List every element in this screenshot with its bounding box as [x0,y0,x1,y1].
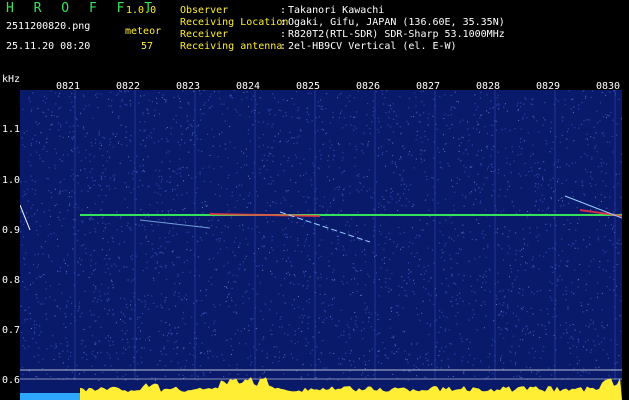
y-axis-unit: kHz [2,74,21,85]
meteor-trace [279,211,371,243]
event-count: 57 [141,41,154,52]
info-label-observer: Observer [180,5,229,16]
spectrogram-plot [20,90,622,400]
spectrogram-canvas [20,90,622,400]
info-sep: : [280,29,287,40]
info-sep: : [280,17,287,28]
event-type: meteor [125,26,162,37]
y-tick: 0.6 [2,375,21,386]
info-sep: : [280,41,287,52]
y-tick: 1.0 [2,175,21,186]
y-tick: 1.1 [2,124,21,135]
signal-level-bar [80,377,622,400]
y-tick: 0.8 [2,275,21,286]
meteor-trace [139,219,211,229]
noise-speckle [20,90,622,381]
file-name: 2511200820.png [6,21,91,32]
header-panel: H R O F F T 1.0.0 2511200820.png meteor … [0,0,629,78]
info-label-receiver: Receiver [180,29,229,40]
info-value-antenna: 2el-HB9CV Vertical (el. E-W) [288,41,457,52]
info-value-observer: Takanori Kawachi [288,5,385,16]
info-sep: : [280,5,287,16]
info-label-location: Receiving Location [180,17,289,28]
info-label-antenna: Receiving antenna [180,41,283,52]
signal-level-baseline [20,393,80,400]
datetime: 25.11.20 08:20 [6,41,91,52]
info-value-location: Ogaki, Gifu, JAPAN (136.60E, 35.35N) [288,17,505,28]
y-tick: 0.7 [2,325,21,336]
info-value-receiver: R820T2(RTL-SDR) SDR-Sharp 53.1000MHz [288,29,505,40]
y-tick: 0.9 [2,225,21,236]
app-version: 1.0.0 [126,5,157,16]
